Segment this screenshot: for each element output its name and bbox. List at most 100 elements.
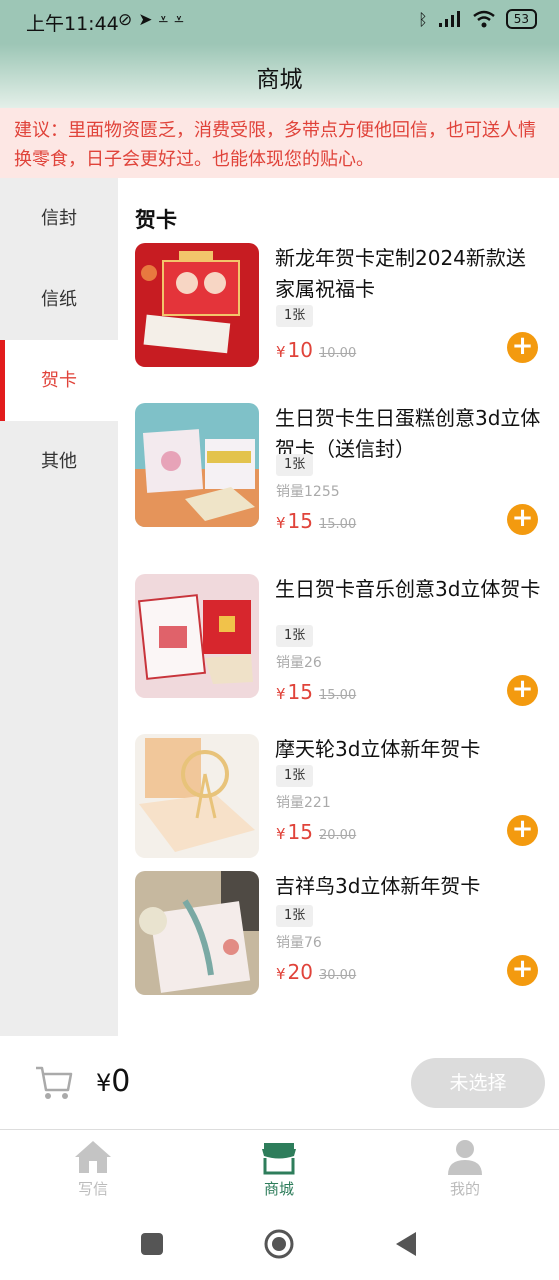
mute-icon: ⊘ [118, 10, 139, 30]
recent-apps-icon[interactable] [140, 1232, 164, 1256]
category-greeting-card[interactable]: 贺卡 [0, 340, 118, 421]
product-image[interactable] [135, 403, 259, 527]
product-spec-tag: 1张 [276, 765, 314, 787]
tab-store[interactable]: 商城 [234, 1139, 324, 1199]
product-item[interactable]: 生日贺卡生日蛋糕创意3d立体贺卡（送信封） 1张 销量1255 ¥15 15.00… [118, 403, 559, 543]
product-image[interactable] [135, 243, 259, 367]
product-name: 新龙年贺卡定制2024新款送家属祝福卡 [275, 246, 526, 301]
currency-symbol: ¥ [96, 1069, 112, 1097]
sales-count: 销量26 [276, 655, 322, 671]
plus-icon: + [511, 814, 534, 844]
notice-banner: 建议：里面物资匮乏，消费受限，多带点方便他回信，也可送人情换零食，日子会更好过。… [0, 108, 559, 178]
system-nav-bar [0, 1204, 559, 1280]
original-price: 20.00 [319, 828, 357, 843]
original-price: 10.00 [319, 346, 357, 361]
product-image[interactable] [135, 734, 259, 858]
original-price: 15.00 [319, 688, 357, 703]
currency-symbol: ¥ [276, 825, 286, 843]
signal-icon [438, 11, 460, 27]
system-icons: ᛒ 53 [418, 9, 537, 29]
sales-count: 销量76 [276, 935, 322, 951]
add-to-cart-button[interactable]: + [507, 955, 538, 986]
cart-icon[interactable] [34, 1062, 74, 1102]
product-item[interactable]: 吉祥鸟3d立体新年贺卡 1张 销量76 ¥20 30.00 + [118, 871, 559, 1011]
home-nav-icon[interactable] [263, 1228, 295, 1260]
page-title: 商城 [256, 67, 303, 93]
category-label: 贺卡 [41, 370, 77, 391]
add-to-cart-button[interactable]: + [507, 815, 538, 846]
battery-icon: 53 [505, 9, 537, 29]
cart-total: ¥0 [96, 1064, 130, 1099]
price-value: 20 [287, 960, 313, 984]
plus-icon: + [511, 331, 534, 361]
tab-label: 写信 [77, 1180, 108, 1198]
category-other[interactable]: 其他 [0, 421, 118, 502]
page-header: 商城 [0, 44, 559, 108]
status-bar: 上午11:44 ⊘➤⩡⩡ ᛒ 53 [0, 0, 559, 44]
product-item[interactable]: 新龙年贺卡定制2024新款送家属祝福卡 1张 ¥10 10.00 + [118, 243, 559, 383]
add-to-cart-button[interactable]: + [507, 332, 538, 363]
price-value: 15 [287, 509, 313, 533]
tab-label: 我的 [449, 1180, 480, 1198]
currency-symbol: ¥ [276, 685, 286, 703]
currency-symbol: ¥ [276, 514, 286, 532]
product-name: 摩天轮3d立体新年贺卡 [275, 737, 481, 761]
product-spec-tag: 1张 [276, 305, 314, 327]
product-image[interactable] [135, 871, 259, 995]
plus-icon: + [511, 954, 534, 984]
tab-profile[interactable]: 我的 [420, 1139, 510, 1199]
price-value: 10 [287, 338, 313, 362]
download-icon: ⩡ [158, 10, 175, 30]
category-sidebar: 信封 信纸 贺卡 其他 [0, 178, 118, 1036]
product-name: 生日贺卡生日蛋糕创意3d立体贺卡（送信封） [275, 406, 541, 461]
category-label: 信纸 [41, 289, 77, 310]
product-price: ¥20 30.00 [276, 960, 356, 984]
product-image[interactable] [135, 574, 259, 698]
category-label: 其他 [41, 451, 77, 472]
store-icon [262, 1143, 296, 1175]
product-name: 生日贺卡音乐创意3d立体贺卡 [275, 577, 541, 601]
checkout-button[interactable]: 未选择 [411, 1058, 545, 1108]
wifi-icon [472, 10, 495, 28]
original-price: 15.00 [319, 517, 357, 532]
cart-total-value: 0 [111, 1064, 131, 1099]
tab-label: 商城 [263, 1180, 294, 1198]
status-time: 上午11:44 [26, 13, 119, 35]
add-to-cart-button[interactable]: + [507, 675, 538, 706]
price-value: 15 [287, 820, 313, 844]
tab-write-letter[interactable]: 写信 [48, 1139, 138, 1199]
user-icon [448, 1140, 482, 1175]
back-icon[interactable] [394, 1230, 418, 1258]
product-list: 贺卡 新龙年贺卡定制2024新款送家属祝福卡 1张 ¥10 10.00 + 生日… [118, 178, 559, 1036]
product-spec-tag: 1张 [276, 625, 314, 647]
bottom-tab-bar: 写信 商城 我的 [0, 1131, 559, 1204]
product-price: ¥15 20.00 [276, 820, 356, 844]
product-spec-tag: 1张 [276, 454, 314, 476]
add-to-cart-button[interactable]: + [507, 504, 538, 535]
category-envelope[interactable]: 信封 [0, 178, 118, 259]
category-label: 信封 [41, 208, 77, 229]
product-price: ¥15 15.00 [276, 680, 356, 704]
notification-icons: ⊘➤⩡⩡ [118, 10, 190, 30]
product-name: 吉祥鸟3d立体新年贺卡 [275, 874, 481, 898]
product-item[interactable]: 摩天轮3d立体新年贺卡 1张 销量221 ¥15 20.00 + [118, 734, 559, 874]
currency-symbol: ¥ [276, 965, 286, 983]
category-letter-paper[interactable]: 信纸 [0, 259, 118, 340]
currency-symbol: ¥ [276, 343, 286, 361]
bluetooth-icon: ᛒ [418, 9, 428, 29]
product-item[interactable]: 生日贺卡音乐创意3d立体贺卡 1张 销量26 ¥15 15.00 + [118, 574, 559, 714]
cart-bar: ¥0 未选择 [0, 1036, 559, 1130]
original-price: 30.00 [319, 968, 357, 983]
download-icon-2: ⩡ [174, 10, 190, 30]
plus-icon: + [511, 674, 534, 704]
telegram-icon: ➤ [138, 10, 159, 30]
sales-count: 销量1255 [276, 484, 340, 500]
active-indicator [0, 340, 5, 421]
home-icon [75, 1141, 111, 1173]
price-value: 15 [287, 680, 313, 704]
section-title: 贺卡 [135, 208, 177, 232]
plus-icon: + [511, 503, 534, 533]
sales-count: 销量221 [276, 795, 331, 811]
product-price: ¥15 15.00 [276, 509, 356, 533]
product-price: ¥10 10.00 [276, 338, 356, 362]
